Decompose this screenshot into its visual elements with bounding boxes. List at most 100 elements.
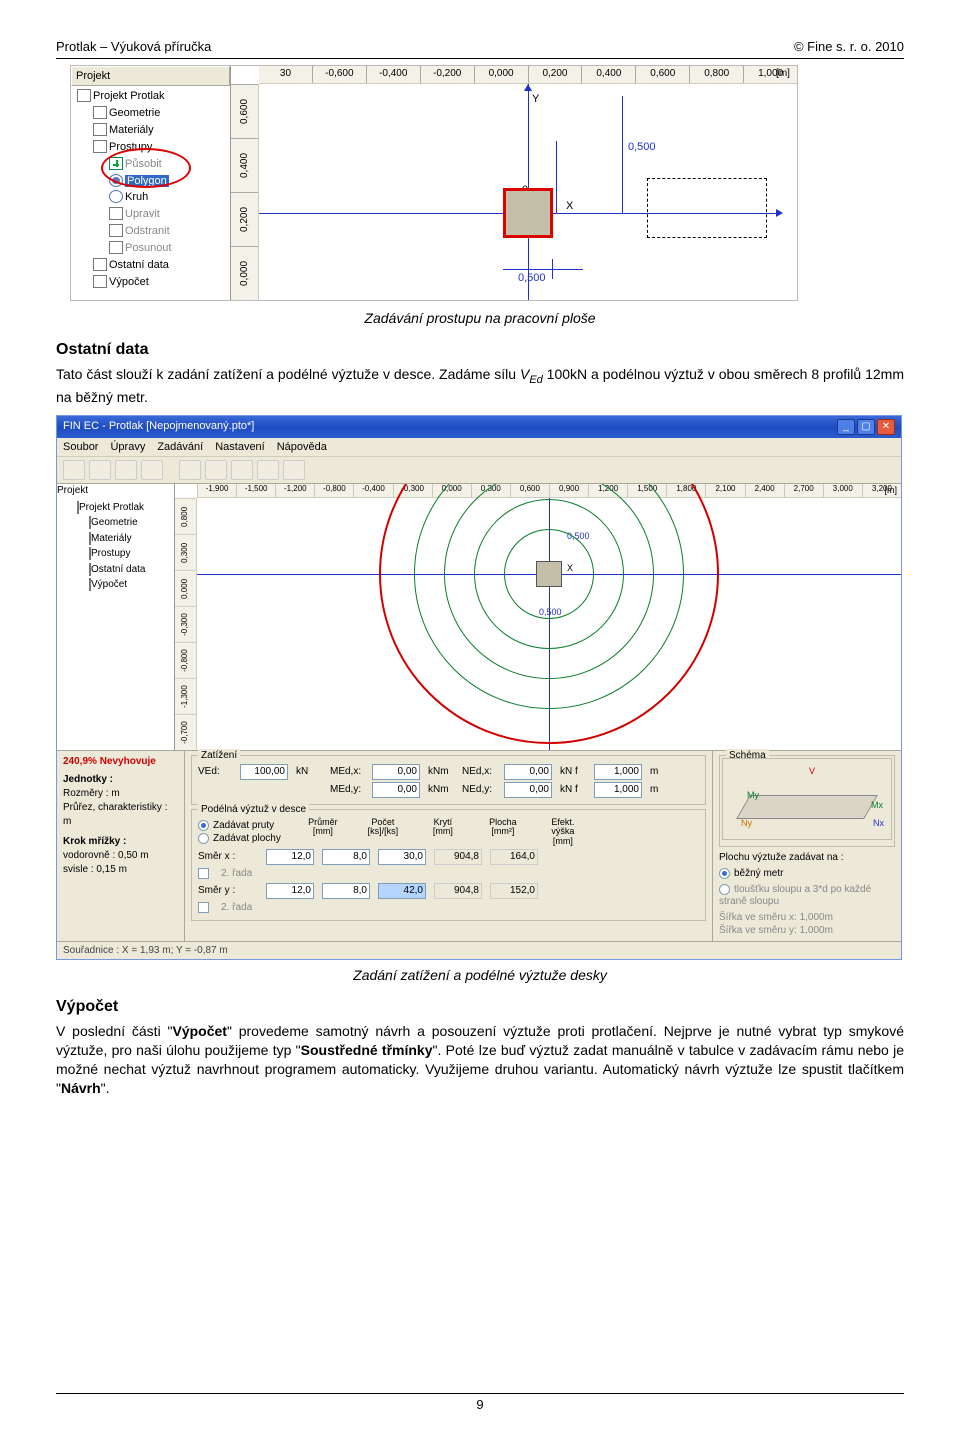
toolbar-button[interactable] — [115, 460, 137, 480]
tree-item[interactable]: Výpočet — [91, 579, 127, 590]
ved-input[interactable]: 100,00 — [240, 764, 288, 780]
medx-input[interactable]: 0,00 — [372, 764, 420, 780]
minimize-button[interactable]: _ — [837, 419, 855, 435]
toolbar-button[interactable] — [283, 460, 305, 480]
maximize-button[interactable]: ▢ — [857, 419, 875, 435]
tree-polygon[interactable]: Polygon — [125, 175, 169, 187]
tree-item[interactable]: Prostupy — [91, 548, 130, 559]
nedy-label: NEd,y: — [462, 783, 496, 797]
menu-item[interactable]: Zadávání — [157, 440, 203, 455]
radio-bezny[interactable] — [719, 868, 730, 879]
ved-unit: kN — [296, 765, 322, 779]
drawing-area[interactable]: 0 X Y 0,500 0,500 — [259, 84, 797, 300]
unit-x: [m] — [773, 66, 793, 84]
tree-item[interactable]: Geometrie — [91, 517, 138, 528]
schema-My: My — [747, 789, 759, 801]
menu-item[interactable]: Nastavení — [215, 440, 265, 455]
screenshot-1: Projekt Projekt Protlak Geometrie Materi… — [70, 65, 798, 301]
fy-input[interactable]: 1,000 — [594, 782, 642, 798]
sx-area: 904,8 — [434, 849, 482, 865]
tree-odstranit[interactable]: Odstranit — [125, 225, 170, 237]
nedx-label: NEd,x: — [462, 765, 496, 779]
fieldset-vyzt: Podélná výztuž v desce Zadávat pruty Zad… — [191, 809, 706, 922]
tree-panel: Projekt Projekt Protlak Geometrie Materi… — [71, 66, 231, 300]
medy-input[interactable]: 0,00 — [372, 782, 420, 798]
toolbar-button[interactable] — [141, 460, 163, 480]
opt-bars[interactable]: Zadávat pruty — [213, 820, 274, 831]
opt-tloust[interactable]: tloušťku sloupu a 3*d po každé straně sl… — [719, 884, 871, 907]
close-button[interactable]: ✕ — [877, 419, 895, 435]
schema-V: V — [809, 765, 815, 777]
del-icon — [109, 224, 123, 237]
canvas-area[interactable]: 30 -0,600 -0,400 -0,200 0,000 0,200 0,40… — [231, 66, 797, 300]
tree-item[interactable]: Materiály — [109, 124, 154, 136]
toolbar-button[interactable] — [205, 460, 227, 480]
toolbar-button[interactable] — [179, 460, 201, 480]
nedy-unit: kN f — [560, 783, 586, 797]
width-y: Šířka ve směru y: 1,000m — [719, 924, 895, 938]
ruler-x: 30 -0,600 -0,400 -0,200 0,000 0,200 0,40… — [259, 66, 797, 84]
dim-value: 0,500 — [518, 271, 546, 286]
result-status: 240,9% Nevyhovuje — [63, 755, 178, 769]
sy-cover[interactable]: 42,0 — [378, 883, 426, 899]
tree-list[interactable]: Projekt Protlak Geometrie Materiály Pros… — [71, 86, 230, 292]
menu-bar[interactable]: Soubor Úpravy Zadávání Nastavení Nápověd… — [57, 438, 901, 458]
grid-h: vodorovně : 0,50 m — [63, 849, 178, 863]
toolbar-button[interactable] — [89, 460, 111, 480]
menu-item[interactable]: Úpravy — [110, 440, 145, 455]
arrow-up-icon — [524, 84, 532, 91]
tree-item[interactable]: Výpočet — [109, 276, 149, 288]
unit-2: [m] — [885, 484, 898, 496]
axis-y-label: Y — [532, 92, 539, 107]
sx-count[interactable]: 8,0 — [322, 849, 370, 865]
tree-item[interactable]: Prostupy — [109, 141, 152, 153]
status-bar: Souřadnice : X = 1,93 m; Y = -0,87 m — [57, 941, 901, 959]
tree-kruh[interactable]: Kruh — [125, 191, 148, 203]
tree-panel-2[interactable]: Projekt Projekt Protlak Geometrie Materi… — [57, 484, 175, 749]
chk-row2x[interactable] — [198, 868, 209, 879]
toolbar-button[interactable] — [63, 460, 85, 480]
sy-count[interactable]: 8,0 — [322, 883, 370, 899]
tree-posunout[interactable]: Posunout — [125, 242, 171, 254]
schema-Ny: Ny — [741, 817, 752, 829]
tree-item[interactable]: Geometrie — [109, 107, 160, 119]
sy-diam[interactable]: 12,0 — [266, 883, 314, 899]
nedy-input[interactable]: 0,00 — [504, 782, 552, 798]
chk-row2y[interactable] — [198, 902, 209, 913]
selection-rect[interactable] — [647, 178, 767, 238]
sx-cover[interactable]: 30,0 — [378, 849, 426, 865]
drawing-area-2[interactable]: X 0,500 0,500 — [197, 498, 901, 749]
menu-item[interactable]: Nápověda — [277, 440, 327, 455]
toolbar-button[interactable] — [257, 460, 279, 480]
edit-icon — [109, 207, 123, 220]
tree-add[interactable]: Působit — [125, 158, 162, 170]
para-ostatni: Tato část slouží k zadání zatížení a pod… — [56, 365, 904, 407]
radio-icon — [109, 190, 123, 203]
toolbar-button[interactable] — [231, 460, 253, 480]
opt-areas[interactable]: Zadávat plochy — [213, 833, 281, 844]
toolbar[interactable] — [57, 457, 901, 484]
radio-bars[interactable] — [198, 820, 209, 831]
canvas-2[interactable]: -1,900-1,500-1,200-0,800-0,400-0,3000,00… — [175, 484, 901, 749]
screenshot-2: FIN EC - Protlak [Nepojmenovaný.pto*] _ … — [56, 415, 902, 960]
grid-v: svisle : 0,15 m — [63, 863, 178, 877]
critical-perimeter-arc — [379, 484, 719, 743]
tree-item[interactable]: Ostatní data — [109, 259, 169, 271]
tree-item[interactable]: Projekt Protlak — [79, 502, 144, 513]
tree-upravit[interactable]: Upravit — [125, 208, 160, 220]
opt-bezny[interactable]: běžný metr — [734, 868, 783, 879]
plus-icon — [109, 157, 123, 170]
radio-areas[interactable] — [198, 833, 209, 844]
row2x-label: 2. řada — [221, 867, 252, 881]
caption-2: Zadání zatížení a podélné výztuže desky — [56, 966, 904, 985]
radio-tloust[interactable] — [719, 884, 730, 895]
tree-root[interactable]: Projekt Protlak — [93, 90, 165, 102]
sx-diam[interactable]: 12,0 — [266, 849, 314, 865]
tree-item[interactable]: Ostatní data — [91, 564, 145, 575]
tree-item[interactable]: Materiály — [91, 533, 132, 544]
menu-item[interactable]: Soubor — [63, 440, 98, 455]
fx-unit: m — [650, 765, 676, 779]
nedx-input[interactable]: 0,00 — [504, 764, 552, 780]
fx-input[interactable]: 1,000 — [594, 764, 642, 780]
row2y-label: 2. řada — [221, 901, 252, 915]
